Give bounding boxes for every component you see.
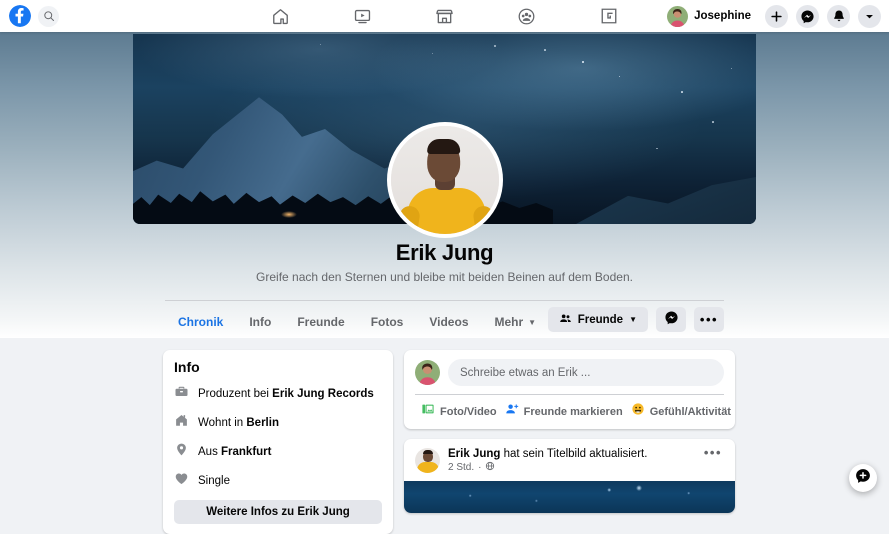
photo-video-label: Foto/Video <box>440 406 497 418</box>
message-button[interactable] <box>656 307 686 332</box>
left-sidebar: Info Produzent bei Erik Jung Records <box>163 350 393 534</box>
post-author-avatar[interactable] <box>415 448 440 473</box>
nav-left-group <box>0 5 59 27</box>
nav-tab-gaming[interactable] <box>592 3 626 29</box>
nav-right-group: Josephine <box>665 4 881 29</box>
account-menu-button[interactable] <box>858 5 881 28</box>
messenger-button[interactable] <box>796 5 819 28</box>
photo-video-button[interactable]: Foto/Video <box>417 400 501 423</box>
globe-icon <box>485 461 495 474</box>
info-row-work-text: Produzent bei Erik Jung Records <box>198 388 374 400</box>
profile-avatar-erik-jung[interactable] <box>387 122 503 238</box>
cover-light-glow <box>281 211 297 218</box>
photo-video-icon <box>421 402 435 421</box>
account-user-chip[interactable]: Josephine <box>665 4 757 29</box>
friends-button[interactable]: Freunde ▼ <box>548 307 648 332</box>
post-separator: · <box>478 462 481 473</box>
nav-center-tabs <box>264 3 626 29</box>
messenger-icon <box>664 310 679 330</box>
tag-friends-icon <box>505 402 519 421</box>
facebook-logo-icon[interactable] <box>9 5 31 27</box>
info-row-relationship: Single <box>174 471 382 491</box>
profile-divider <box>165 300 724 301</box>
feeling-activity-label: Gefühl/Aktivität <box>650 406 731 418</box>
top-navigation-bar: Josephine <box>0 0 889 32</box>
info-row-lives-in-text: Wohnt in Berlin <box>198 417 279 429</box>
profile-bio: Greife nach den Sternen und bleibe mit b… <box>0 270 889 284</box>
tag-friends-button[interactable]: Freunde markieren <box>501 400 627 423</box>
post-more-options-button[interactable]: ••• <box>702 448 724 457</box>
tab-info[interactable]: Info <box>236 302 284 342</box>
friends-people-icon <box>559 312 572 328</box>
post-card: Erik Jung hat sein Titelbild aktualisier… <box>404 439 735 513</box>
tab-mehr[interactable]: Mehr ▼ <box>482 302 550 342</box>
tag-friends-label: Freunde markieren <box>524 406 623 418</box>
profile-header: Erik Jung Greife nach den Sternen und bl… <box>0 32 889 338</box>
post-submeta: 2 Std. · <box>448 461 702 474</box>
location-pin-icon <box>174 442 189 462</box>
composer-top-row: Schreibe etwas an Erik ... <box>415 359 724 386</box>
more-options-icon: ••• <box>700 316 718 324</box>
nav-tab-groups[interactable] <box>510 3 544 29</box>
friends-button-label: Freunde <box>578 314 623 326</box>
house-icon <box>174 413 189 433</box>
tab-freunde[interactable]: Freunde <box>284 302 357 342</box>
notifications-button[interactable] <box>827 5 850 28</box>
composer-actions: Foto/Video Freunde markieren <box>415 395 724 429</box>
new-message-fab[interactable] <box>849 464 877 492</box>
page-title: Erik Jung <box>0 240 889 266</box>
profile-tabs: Chronik Info Freunde Fotos Videos Mehr ▼ <box>165 302 549 342</box>
post-header: Erik Jung hat sein Titelbild aktualisier… <box>404 439 735 481</box>
info-row-from-text: Aus Frankfurt <box>198 446 272 458</box>
main-content: Info Produzent bei Erik Jung Records <box>0 338 889 500</box>
nav-tab-marketplace[interactable] <box>428 3 462 29</box>
info-row-work: Produzent bei Erik Jung Records <box>174 384 382 404</box>
search-icon[interactable] <box>38 6 59 27</box>
composer-input[interactable]: Schreibe etwas an Erik ... <box>448 359 724 386</box>
feed-column: Schreibe etwas an Erik ... Foto/Video <box>404 350 735 513</box>
feeling-activity-icon <box>631 402 645 421</box>
post-author-name[interactable]: Erik Jung <box>448 448 500 460</box>
info-row-lives-in: Wohnt in Berlin <box>174 413 382 433</box>
create-button[interactable] <box>765 5 788 28</box>
info-row-from: Aus Frankfurt <box>174 442 382 462</box>
nav-tab-home[interactable] <box>264 3 298 29</box>
post-action-text: hat sein Titelbild aktualisiert. <box>500 448 647 460</box>
new-message-bubble-icon <box>854 467 872 490</box>
info-row-relationship-text: Single <box>198 475 230 487</box>
info-card-title: Info <box>174 359 382 375</box>
avatar <box>667 6 688 27</box>
post-author-line: Erik Jung hat sein Titelbild aktualisier… <box>448 448 702 460</box>
post-image-starry-blue[interactable] <box>404 481 735 513</box>
tab-fotos[interactable]: Fotos <box>358 302 417 342</box>
tab-videos[interactable]: Videos <box>416 302 481 342</box>
feeling-activity-button[interactable]: Gefühl/Aktivität <box>627 400 735 423</box>
heart-icon <box>174 471 189 491</box>
more-info-button[interactable]: Weitere Infos zu Erik Jung <box>174 500 382 524</box>
nav-tab-watch[interactable] <box>346 3 380 29</box>
profile-tab-bar: Chronik Info Freunde Fotos Videos Mehr ▼ <box>165 302 724 342</box>
post-meta: Erik Jung hat sein Titelbild aktualisier… <box>448 448 702 474</box>
post-composer: Schreibe etwas an Erik ... Foto/Video <box>404 350 735 429</box>
chevron-down-icon: ▼ <box>629 315 637 324</box>
profile-more-options-button[interactable]: ••• <box>694 307 724 332</box>
info-card: Info Produzent bei Erik Jung Records <box>163 350 393 534</box>
chevron-down-icon: ▼ <box>528 318 536 327</box>
post-timestamp[interactable]: 2 Std. <box>448 462 474 473</box>
composer-avatar <box>415 360 440 385</box>
briefcase-icon <box>174 384 189 404</box>
tab-chronik[interactable]: Chronik <box>165 302 236 342</box>
account-user-name: Josephine <box>694 10 751 22</box>
profile-action-buttons: Freunde ▼ ••• <box>548 307 724 332</box>
